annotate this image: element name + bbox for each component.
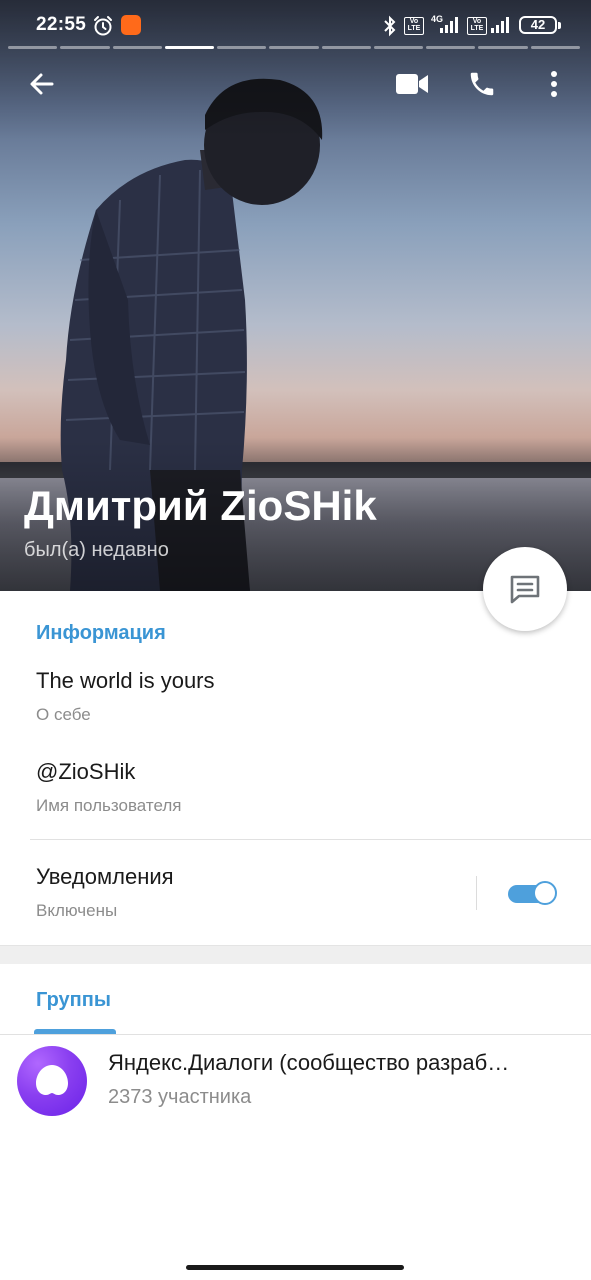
video-call-button[interactable]: [390, 62, 434, 106]
username-label: Имя пользователя: [36, 796, 182, 815]
home-indicator[interactable]: [186, 1265, 404, 1270]
bio-label: О себе: [36, 705, 91, 724]
more-vertical-icon: [551, 71, 557, 97]
more-button[interactable]: [534, 62, 574, 106]
video-camera-icon: [396, 74, 428, 94]
status-time: 22:55: [36, 14, 87, 35]
profile-last-seen: был(а) недавно: [24, 539, 169, 561]
send-message-button[interactable]: [483, 547, 567, 631]
toggle-separator: [476, 876, 477, 910]
story-segment: [112, 46, 162, 49]
story-segment: [217, 46, 267, 49]
status-bar: 22:55 Vo LTE 4G Vo LTE 42: [0, 0, 591, 52]
group-member-count: 2373 участника: [108, 1086, 252, 1108]
profile-name: Дмитрий ZioSHik: [24, 482, 377, 529]
username-text[interactable]: @ZioSHik: [36, 759, 135, 785]
notifications-title[interactable]: Уведомления: [36, 864, 174, 890]
story-segment: [269, 46, 319, 49]
battery-icon: 42: [519, 16, 561, 34]
info-section-title: Информация: [36, 622, 166, 644]
notifications-toggle[interactable]: [508, 880, 558, 906]
section-gap: [0, 945, 591, 964]
tab-groups[interactable]: Группы: [36, 989, 111, 1012]
volte-icon-2: Vo LTE: [467, 17, 487, 35]
story-progress: [8, 46, 580, 50]
story-segment: [8, 46, 58, 49]
story-segment: [478, 46, 528, 49]
story-segment: [426, 46, 476, 49]
toggle-knob: [533, 881, 557, 905]
group-name: Яндекс.Диалоги (сообщество разраб…: [108, 1050, 510, 1075]
alice-logo-icon: [36, 1065, 68, 1095]
arrow-left-icon: [30, 73, 54, 95]
story-segment: [60, 46, 110, 49]
phone-icon: [470, 72, 494, 96]
story-segment: [321, 46, 371, 49]
signal-icon-2: [491, 17, 509, 33]
signal-icon: [440, 17, 458, 33]
mi-app-icon: [121, 15, 141, 35]
notifications-state: Включены: [36, 901, 118, 920]
bio-text[interactable]: The world is yours: [36, 668, 215, 694]
info-divider: [30, 839, 591, 840]
story-segment: [530, 46, 580, 49]
bluetooth-icon: [384, 15, 396, 37]
battery-level: 42: [530, 17, 546, 32]
message-icon: [510, 575, 540, 604]
volte-icon: Vo LTE: [404, 17, 424, 35]
alarm-icon: [94, 16, 112, 36]
story-segment: [373, 46, 424, 49]
story-segment-active: [164, 46, 215, 49]
group-avatar: [17, 1046, 87, 1116]
tabs-divider: [0, 1034, 591, 1035]
call-button[interactable]: [460, 62, 504, 106]
back-button[interactable]: [20, 62, 64, 106]
